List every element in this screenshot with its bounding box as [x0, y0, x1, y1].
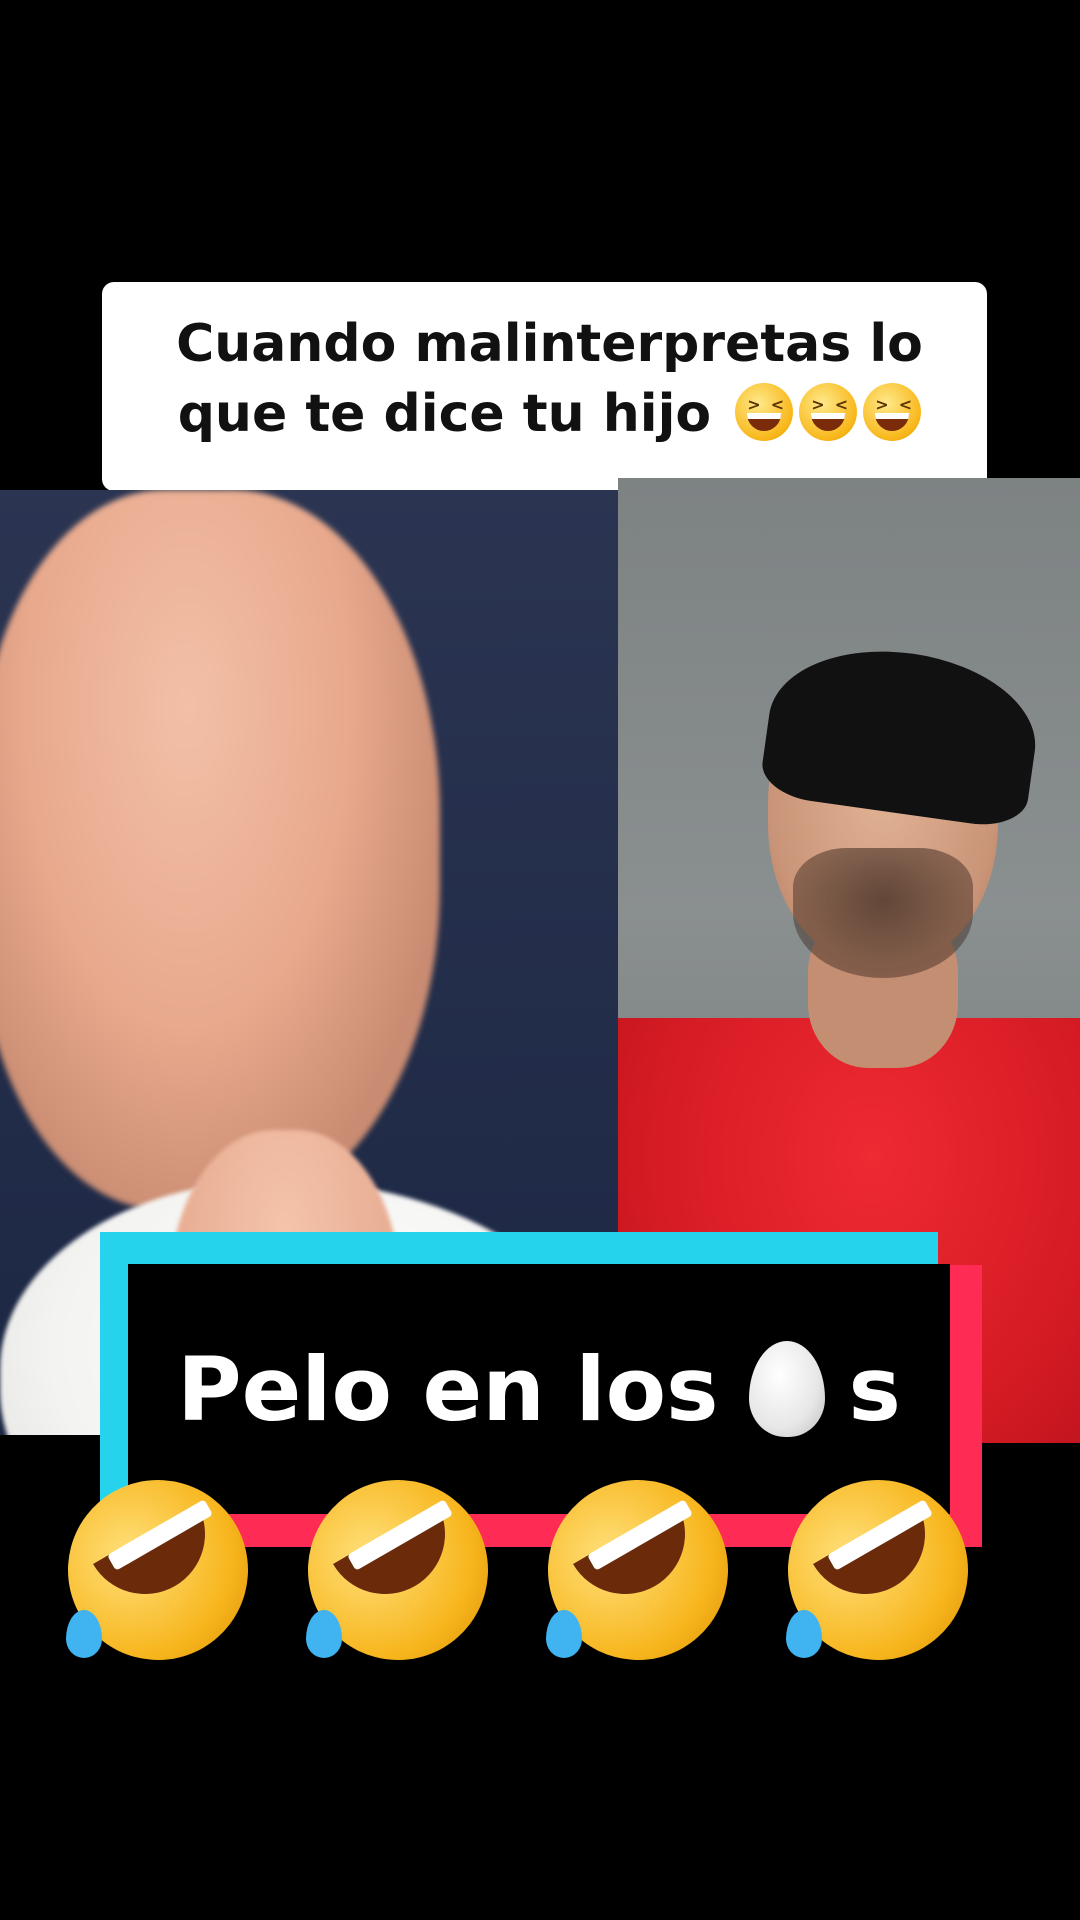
rolling-on-floor-laughing-icon: [515, 1447, 761, 1693]
emoji-row: [35, 1447, 1040, 1693]
caption-line-1: Cuando malinterpretas lo: [176, 314, 923, 374]
caption-line-2: que te dice tu hijo >< >< ><: [142, 380, 957, 450]
rolling-on-floor-laughing-icon: [35, 1447, 281, 1693]
grinning-squinting-face-icon: ><: [735, 382, 794, 441]
rolling-on-floor-laughing-icon: [755, 1447, 1001, 1693]
grinning-squinting-face-icon: ><: [863, 382, 922, 441]
caption-line-2-text: que te dice tu hijo: [177, 383, 712, 444]
beard-image: [793, 848, 973, 978]
egg-icon: [748, 1341, 825, 1437]
title-prefix: Pelo en los: [177, 1337, 719, 1441]
hand-image: [0, 490, 440, 1210]
title-suffix: s: [848, 1337, 901, 1441]
rolling-on-floor-laughing-icon: [275, 1447, 521, 1693]
title-text: Pelo en los s: [177, 1338, 901, 1441]
caption-box: Cuando malinterpretas lo que te dice tu …: [102, 282, 987, 491]
grinning-squinting-face-icon: ><: [799, 382, 858, 441]
